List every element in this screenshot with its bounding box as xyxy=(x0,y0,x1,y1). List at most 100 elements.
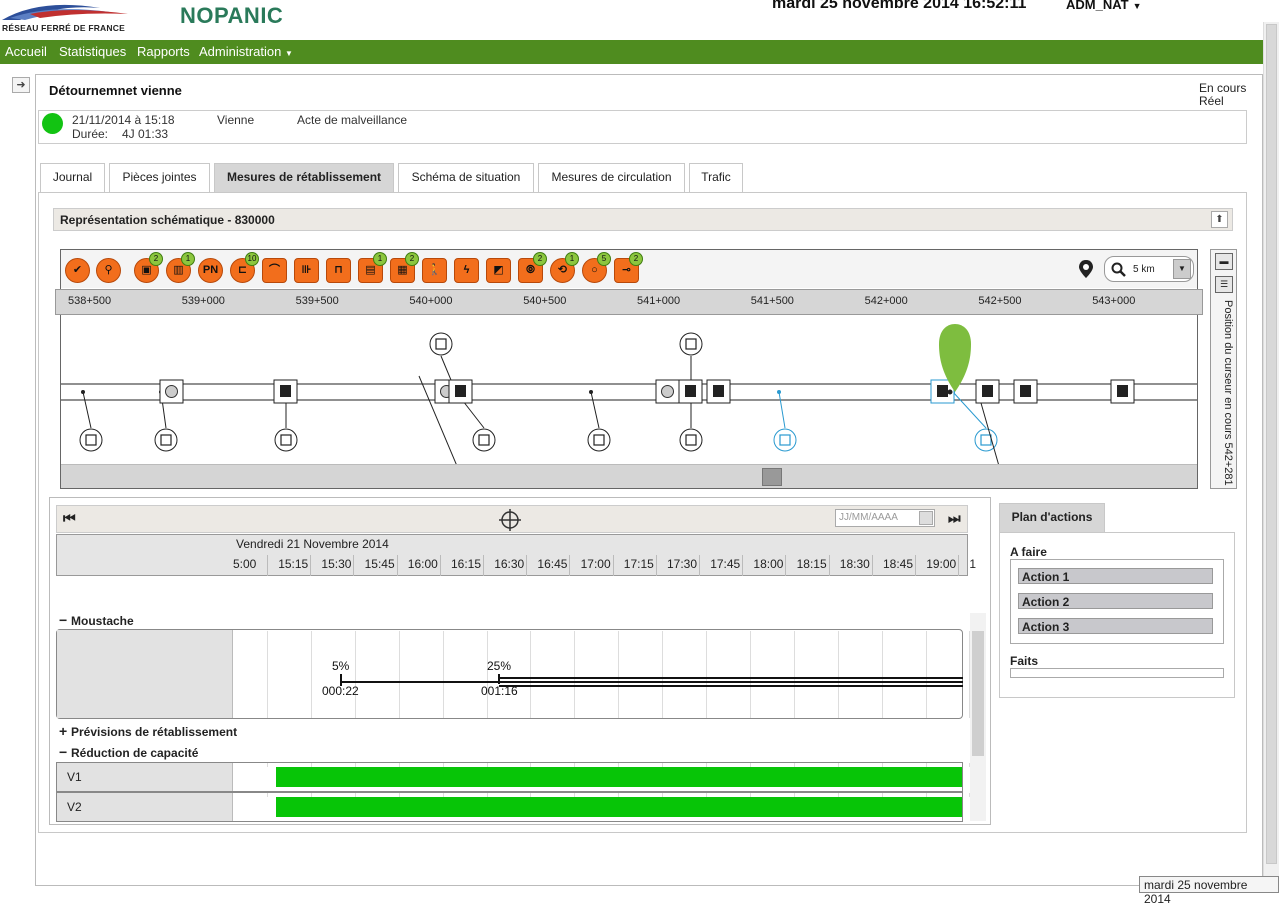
expand-icon: + xyxy=(59,723,68,739)
count-badge: 2 xyxy=(533,252,547,266)
tab-journal[interactable]: Journal xyxy=(40,163,105,193)
grid-line xyxy=(793,793,795,797)
pedestrian-icon[interactable]: 🚶 xyxy=(422,258,447,283)
group-moustache[interactable]: − Moustache xyxy=(59,612,134,628)
equipment-icon xyxy=(685,385,696,397)
pn-icon[interactable]: PN xyxy=(198,258,223,283)
moustache-pct: 25% xyxy=(487,659,512,673)
schematic-scrollbar[interactable] xyxy=(61,464,1197,488)
signal-stem xyxy=(778,391,786,429)
tab-schema-situation[interactable]: Schéma de situation xyxy=(398,163,534,193)
status-indicator xyxy=(42,113,63,134)
user-menu[interactable]: ADM_NAT ▼ xyxy=(1066,0,1142,12)
check-icon[interactable]: ✔ xyxy=(65,258,90,283)
grid-line xyxy=(574,763,576,767)
timeline-day: Vendredi 21 Novembre 2014 xyxy=(236,537,389,551)
timeline-scrollbar-thumb[interactable] xyxy=(972,631,984,756)
signal-stem xyxy=(590,391,600,429)
moustache-time: 000:22 xyxy=(322,684,359,698)
expand-sidebar-icon[interactable]: ➜ xyxy=(12,77,30,93)
tab-mesures-retablissement[interactable]: Mesures de rétablissement xyxy=(214,163,394,193)
grid-line xyxy=(530,793,532,797)
chevron-down-icon[interactable]: ▼ xyxy=(1173,259,1191,279)
capacity-bar xyxy=(276,767,962,787)
schematic-scroll-handle[interactable] xyxy=(762,468,782,486)
calendar-icon[interactable] xyxy=(919,511,933,525)
chevron-down-icon: ▼ xyxy=(285,49,293,58)
page-scrollbar[interactable] xyxy=(1263,22,1279,893)
action-item[interactable]: Action 2 xyxy=(1018,593,1213,609)
action-item[interactable]: Action 3 xyxy=(1018,618,1213,634)
grid-line xyxy=(354,793,356,797)
bridge-icon[interactable]: ⌒ xyxy=(262,258,287,283)
tab-plan-actions[interactable]: Plan d'actions xyxy=(999,503,1105,533)
time-tick: 16:15 xyxy=(451,557,482,571)
time-tick: 5:00 xyxy=(233,557,257,571)
nav-rapports[interactable]: Rapports xyxy=(137,44,190,59)
grid-line xyxy=(442,763,444,767)
skip-last-icon[interactable]: ⏭ xyxy=(948,510,961,527)
time-tick: 19:00 xyxy=(926,557,957,571)
time-tick: 15:30 xyxy=(321,557,352,571)
grid-line xyxy=(398,793,400,797)
locate-pin-icon[interactable] xyxy=(1078,259,1094,279)
crosshair-icon[interactable] xyxy=(499,509,521,531)
km-mark: 542+000 xyxy=(864,295,908,307)
tunnel-icon[interactable]: ⊓ xyxy=(326,258,351,283)
tab-mesures-circulation[interactable]: Mesures de circulation xyxy=(538,163,685,193)
switch-icon[interactable]: ⊪ xyxy=(294,258,319,283)
collapse-arrow-icon[interactable]: ⬆ xyxy=(1211,211,1228,228)
grid-line xyxy=(310,763,312,767)
section-header: Représentation schématique - 830000 ⬆ xyxy=(53,208,1233,231)
tick-separator xyxy=(655,555,657,576)
time-tick: 15:15 xyxy=(278,557,309,571)
nav-administration[interactable]: Administration ▼ xyxy=(199,44,293,59)
nav-accueil[interactable]: Accueil xyxy=(5,44,47,59)
track-diagram xyxy=(61,324,1197,464)
grid-line xyxy=(267,631,268,718)
time-tick: 17:45 xyxy=(710,557,741,571)
group-previsions[interactable]: + Prévisions de rétablissement xyxy=(59,723,237,739)
km-mark: 539+500 xyxy=(295,295,339,307)
minimize-icon[interactable]: ▬ xyxy=(1215,253,1233,270)
count-badge: 1 xyxy=(565,252,579,266)
user-name: ADM_NAT xyxy=(1066,0,1129,12)
tab-trafic[interactable]: Trafic xyxy=(689,163,743,193)
group-previsions-label: Prévisions de rétablissement xyxy=(71,725,238,739)
cursor-dot xyxy=(947,389,953,395)
time-tick: 17:00 xyxy=(580,557,611,571)
timeline-scrollbar[interactable] xyxy=(970,613,986,821)
group-reduction[interactable]: − Réduction de capacité xyxy=(59,744,198,760)
app-name: NOPANIC xyxy=(180,3,284,28)
grid-line xyxy=(749,763,751,767)
skip-first-icon[interactable]: ⏮ xyxy=(63,510,76,527)
km-mark: 539+000 xyxy=(181,295,225,307)
tick-separator xyxy=(396,555,398,576)
moustache-label-cell xyxy=(57,630,233,718)
pin-icon[interactable]: ⚲ xyxy=(96,258,121,283)
action-item[interactable]: Action 1 xyxy=(1018,568,1213,584)
tick-separator xyxy=(828,555,830,576)
km-ruler xyxy=(55,289,1203,315)
nav-statistiques[interactable]: Statistiques xyxy=(59,44,126,59)
lightning-icon[interactable]: ϟ xyxy=(454,258,479,283)
group-moustache-label: Moustache xyxy=(71,614,134,628)
date-input[interactable]: JJ/MM/AAAA xyxy=(835,509,935,527)
tick-separator xyxy=(742,555,744,576)
legend-icon[interactable]: ☰ xyxy=(1215,276,1233,293)
tab-pieces-jointes[interactable]: Pièces jointes xyxy=(109,163,210,193)
tick-separator xyxy=(267,555,268,576)
grid-line xyxy=(793,763,795,767)
zoom-select[interactable]: 5 km ▼ xyxy=(1104,256,1194,282)
count-badge: 2 xyxy=(629,252,643,266)
time-tick: 1 xyxy=(969,557,977,571)
page-scrollbar-thumb[interactable] xyxy=(1266,24,1277,864)
grid-line xyxy=(706,763,707,767)
time-tick: 18:00 xyxy=(753,557,784,571)
slope-icon[interactable]: ◩ xyxy=(486,258,511,283)
grid-line xyxy=(837,793,839,797)
capacity-row-label: V1 xyxy=(57,763,233,791)
tick-separator xyxy=(785,555,787,576)
incident-date: 21/11/2014 à 15:18 xyxy=(72,113,175,127)
grid-line xyxy=(706,793,707,797)
